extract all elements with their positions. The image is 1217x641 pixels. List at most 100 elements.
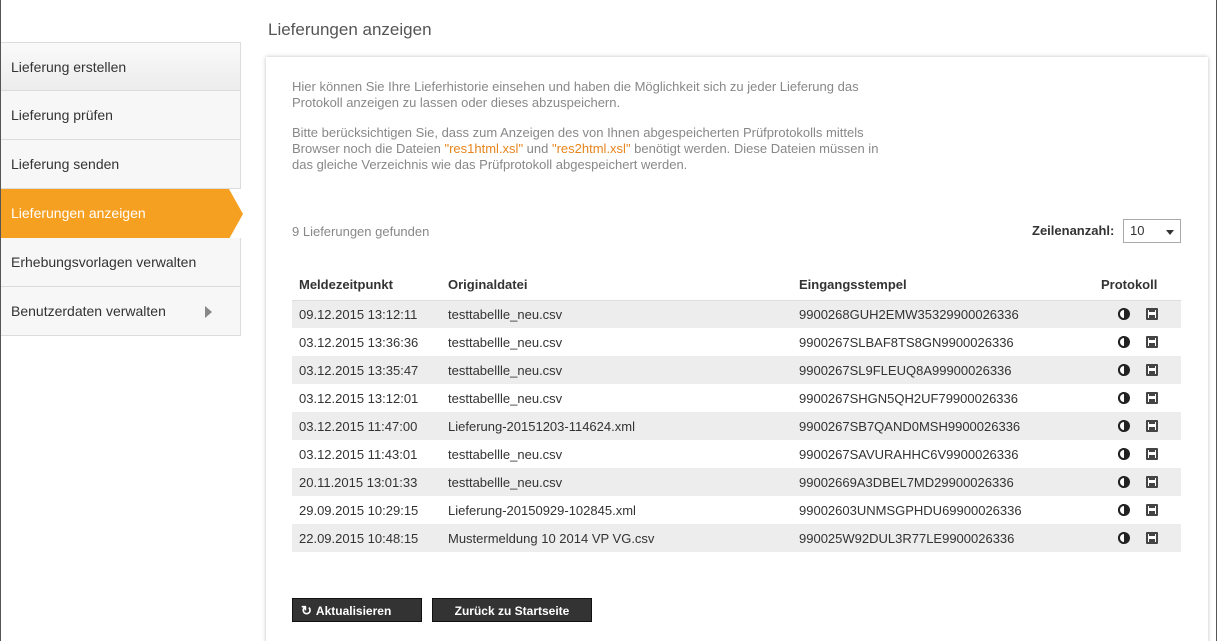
cell-protokoll	[1094, 328, 1181, 356]
cell-protokoll	[1094, 468, 1181, 496]
table-row: 03.12.2015 11:47:00 Lieferung-20151203-11…	[292, 412, 1181, 440]
table-row: 22.09.2015 10:48:15 Mustermeldung 10 2014…	[292, 524, 1181, 552]
sidebar-item-label: Lieferung senden	[11, 156, 120, 172]
cell-eingangsstempel: 9900267SAVURAHHC6V9900026336	[792, 440, 1094, 468]
refresh-button[interactable]: ↻ Aktualisieren	[292, 598, 422, 622]
save-protocol-icon[interactable]	[1140, 444, 1164, 464]
floppy-icon-shape	[1148, 336, 1155, 340]
floppy-icon-shape	[1148, 448, 1155, 452]
sidebar-item-erhebungsvorlagen-verwalten[interactable]: Erhebungsvorlagen verwalten	[1, 238, 241, 287]
view-protocol-icon[interactable]	[1112, 332, 1136, 352]
cell-eingangsstempel: 990025W92DUL3R77LE9900026336	[792, 524, 1094, 552]
intro-text: Hier können Sie Ihre Lieferhistorie eins…	[292, 79, 859, 110]
intro-hint-text: und	[523, 141, 552, 156]
results-count: 9 Lieferungen gefunden	[292, 224, 430, 239]
eye-icon-shape	[1117, 504, 1124, 516]
cell-meldezeitpunkt: 03.12.2015 13:36:36	[292, 328, 441, 356]
cell-protokoll	[1094, 384, 1181, 412]
cell-meldezeitpunkt: 29.09.2015 10:29:15	[292, 496, 441, 524]
chevron-right-icon	[205, 306, 212, 318]
sidebar-item-lieferung-erstellen[interactable]: Lieferung erstellen	[1, 42, 241, 91]
cell-meldezeitpunkt: 03.12.2015 13:12:01	[292, 384, 441, 412]
cell-originaldatei: testtabellle_neu.csv	[441, 328, 792, 356]
refresh-icon: ↻	[301, 603, 312, 618]
cell-originaldatei: Mustermeldung 10 2014 VP VG.csv	[441, 524, 792, 552]
view-protocol-icon[interactable]	[1112, 416, 1136, 436]
cell-eingangsstempel: 9900267SLBAF8TS8GN9900026336	[792, 328, 1094, 356]
cell-meldezeitpunkt: 09.12.2015 13:12:11	[292, 300, 441, 328]
cell-meldezeitpunkt: 03.12.2015 11:47:00	[292, 412, 441, 440]
intro-hint: Bitte berücksichtigen Sie, dass zum Anze…	[292, 125, 892, 173]
view-protocol-icon[interactable]	[1112, 444, 1136, 464]
cell-eingangsstempel: 99002669A3DBEL7MD29900026336	[792, 468, 1094, 496]
back-to-start-button[interactable]: Zurück zu Startseite	[432, 598, 592, 622]
rows-per-page-select[interactable]: 10	[1123, 219, 1181, 243]
floppy-icon-shape	[1148, 399, 1155, 402]
floppy-icon-shape	[1148, 371, 1155, 374]
floppy-icon-shape	[1148, 539, 1155, 542]
rows-per-page-label: Zeilenanzahl:	[1032, 223, 1115, 238]
cell-originaldatei: testtabellle_neu.csv	[441, 468, 792, 496]
sidebar-item-label: Lieferung erstellen	[11, 59, 127, 75]
view-protocol-icon[interactable]	[1112, 528, 1136, 548]
floppy-icon-shape	[1148, 504, 1155, 508]
sidebar-item-lieferung-senden[interactable]: Lieferung senden	[1, 140, 241, 189]
cell-eingangsstempel: 9900268GUH2EMW35329900026336	[792, 300, 1094, 328]
save-protocol-icon[interactable]	[1140, 360, 1164, 380]
save-protocol-icon[interactable]	[1140, 332, 1164, 352]
sidebar-item-label: Benutzerdaten verwalten	[11, 303, 166, 319]
cell-meldezeitpunkt: 03.12.2015 13:35:47	[292, 356, 441, 384]
sidebar-item-label: Lieferungen anzeigen	[11, 205, 146, 221]
cell-protokoll	[1094, 356, 1181, 384]
floppy-icon-shape	[1148, 427, 1155, 430]
eye-icon-shape	[1117, 364, 1124, 376]
eye-icon-shape	[1117, 476, 1124, 488]
floppy-icon-shape	[1148, 308, 1155, 313]
cell-protokoll	[1094, 300, 1181, 328]
cell-originaldatei: Lieferung-20151203-114624.xml	[441, 412, 792, 440]
header-eingangsstempel[interactable]: Eingangsstempel	[792, 269, 1094, 301]
eye-icon-shape	[1117, 308, 1124, 321]
floppy-icon-shape	[1148, 392, 1155, 396]
save-protocol-icon[interactable]	[1140, 500, 1164, 520]
header-meldezeitpunkt[interactable]: Meldezeitpunkt	[292, 269, 441, 301]
sidebar-item-lieferung-pruefen[interactable]: Lieferung prüfen	[1, 91, 241, 140]
view-protocol-icon[interactable]	[1112, 360, 1136, 380]
sidebar-item-label: Lieferung prüfen	[11, 107, 113, 123]
header-protokoll: Protokoll	[1094, 269, 1181, 301]
back-button-label: Zurück zu Startseite	[454, 604, 570, 618]
save-protocol-icon[interactable]	[1140, 528, 1164, 548]
table-row: 09.12.2015 13:12:11 testtabellle_neu.csv 9…	[292, 300, 1181, 328]
page-title: Lieferungen anzeigen	[268, 20, 432, 39]
floppy-icon-shape	[1148, 483, 1155, 486]
eye-icon-shape	[1117, 392, 1124, 404]
cell-eingangsstempel: 99002603UNMSGPHDU69900026336	[792, 496, 1094, 524]
floppy-icon-shape	[1148, 343, 1155, 346]
save-protocol-icon[interactable]	[1140, 416, 1164, 436]
save-protocol-icon[interactable]	[1140, 304, 1164, 324]
view-protocol-icon[interactable]	[1112, 472, 1136, 492]
floppy-icon-shape	[1148, 455, 1155, 458]
floppy-icon-shape	[1148, 511, 1155, 514]
sidebar-item-lieferungen-anzeigen[interactable]: Lieferungen anzeigen	[1, 189, 243, 239]
view-protocol-icon[interactable]	[1112, 388, 1136, 408]
save-protocol-icon[interactable]	[1140, 388, 1164, 408]
eye-icon-shape	[1117, 532, 1124, 544]
cell-meldezeitpunkt: 03.12.2015 11:43:01	[292, 440, 441, 468]
cell-protokoll	[1094, 440, 1181, 468]
view-protocol-icon[interactable]	[1112, 500, 1136, 520]
header-originaldatei[interactable]: Originaldatei	[441, 269, 792, 301]
res1html-link[interactable]: "res1html.xsl"	[444, 141, 523, 156]
table-row: 03.12.2015 13:12:01 testtabellle_neu.csv 9…	[292, 384, 1181, 412]
cell-originaldatei: testtabellle_neu.csv	[441, 440, 792, 468]
view-protocol-icon[interactable]	[1112, 304, 1136, 324]
eye-icon-shape	[1117, 420, 1124, 432]
floppy-icon-shape	[1148, 532, 1155, 536]
cell-meldezeitpunkt: 22.09.2015 10:48:15	[292, 524, 441, 552]
save-protocol-icon[interactable]	[1140, 472, 1164, 492]
floppy-icon-shape	[1148, 315, 1155, 319]
cell-eingangsstempel: 9900267SL9FLEUQ8A99900026336	[792, 356, 1094, 384]
sidebar-item-benutzerdaten-verwalten[interactable]: Benutzerdaten verwalten	[1, 287, 241, 336]
cell-meldezeitpunkt: 20.11.2015 13:01:33	[292, 468, 441, 496]
res2html-link[interactable]: "res2html.xsl"	[552, 141, 631, 156]
